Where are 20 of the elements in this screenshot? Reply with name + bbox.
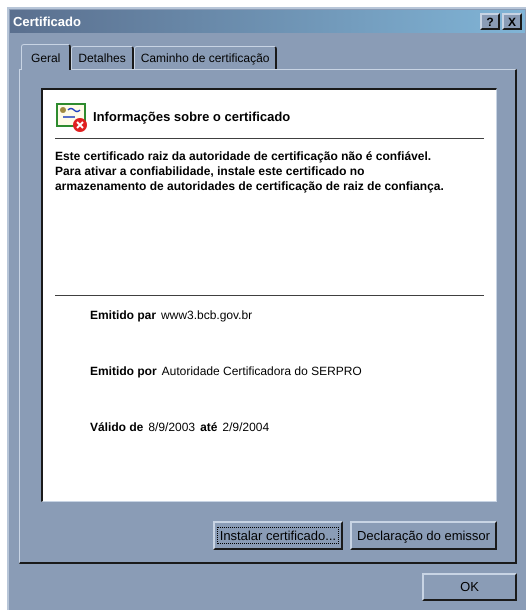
field-label: Emitido par [90, 307, 156, 324]
tab[interactable]: Caminho de certificação [134, 46, 278, 69]
panel-button[interactable]: Declaração do emissor [350, 521, 497, 550]
certificate-error-icon [55, 102, 89, 132]
field-label: Válido de [90, 419, 144, 436]
info-heading: Informações sobre o certificado [93, 108, 290, 126]
field-label: Emitido por [90, 363, 157, 380]
tab[interactable]: Detalhes [71, 46, 134, 69]
window-title: Certificado [13, 12, 81, 31]
field-value: 8/9/2003 [148, 419, 196, 436]
field-label: até [200, 419, 218, 436]
panel-button[interactable]: Instalar certificado... [212, 521, 344, 550]
ok-button[interactable]: OK [422, 573, 517, 601]
field-value: www3.bcb.gov.br [161, 307, 252, 324]
trust-warning: Este certificado raiz da autoridade de certificação não é confiável. Para ativar a confiabilidade, instale este certificado no armazenamento de autoridades de certificação de raiz de confiança. [55, 149, 445, 194]
help-button[interactable]: ? [480, 13, 500, 30]
field-value: 2/9/2004 [222, 419, 270, 436]
field-value: Autoridade Certificadora do SERPRO [162, 363, 362, 380]
close-button[interactable]: X [502, 13, 522, 30]
tab[interactable]: Geral [21, 44, 72, 70]
